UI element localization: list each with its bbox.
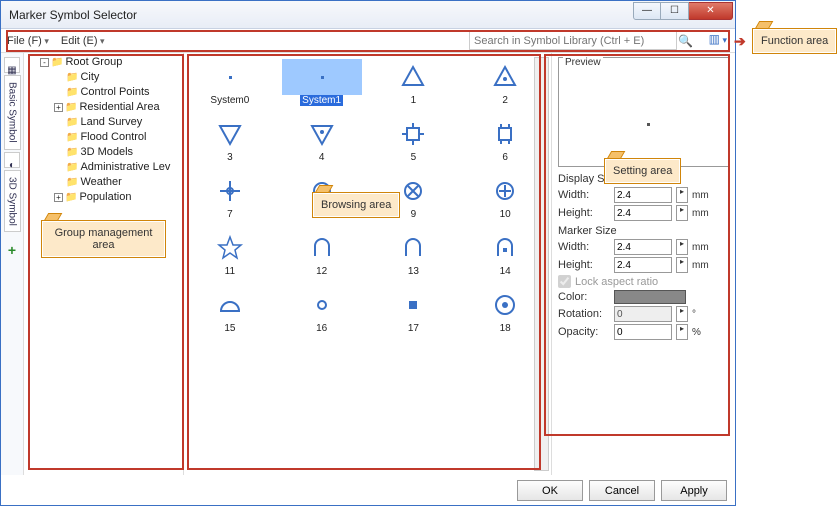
spin-up[interactable]: ▸ xyxy=(676,257,688,273)
symbol-cell[interactable]: System1 xyxy=(282,59,362,106)
callout-function-area: Function area xyxy=(752,28,837,54)
dialog-buttons: OK Cancel Apply xyxy=(517,480,727,501)
tree-root[interactable]: Root Group xyxy=(51,56,122,68)
display-width-input[interactable] xyxy=(614,187,672,203)
grid-scrollbar[interactable] xyxy=(534,57,549,471)
tree-item[interactable]: City xyxy=(66,71,99,83)
side-tabs: ▦ Basic Symbol ◐ 3D Symbol + xyxy=(1,53,24,475)
spin-up[interactable]: ▸ xyxy=(676,187,688,203)
apply-button[interactable]: Apply xyxy=(661,480,727,501)
maximize-button[interactable]: ☐ xyxy=(661,2,689,20)
minimize-button[interactable]: — xyxy=(633,2,661,20)
library-tab-icon[interactable]: ▦ xyxy=(4,57,20,73)
opacity-input[interactable] xyxy=(614,324,672,340)
search-input[interactable] xyxy=(469,31,677,50)
close-button[interactable]: ✕ xyxy=(689,2,733,20)
window-title: Marker Symbol Selector xyxy=(9,8,137,22)
spin-up[interactable]: ▸ xyxy=(676,239,688,255)
symbol-cell[interactable]: 5 xyxy=(373,116,453,163)
add-button[interactable]: + xyxy=(8,242,16,258)
callout-browsing-area: Browsing area xyxy=(312,192,400,218)
preview-marker xyxy=(647,123,650,126)
arrow-icon: ➔ xyxy=(734,33,746,50)
callout-setting-area: Setting area xyxy=(604,158,681,184)
3d-tab-icon[interactable]: ◐ xyxy=(4,152,20,168)
tree-item[interactable]: Control Points xyxy=(66,86,150,98)
symbol-cell[interactable]: 16 xyxy=(282,287,362,334)
symbol-cell[interactable]: 3 xyxy=(190,116,270,163)
group-tree[interactable]: -Root Group CityControl Points+Residenti… xyxy=(24,53,184,475)
tree-item[interactable]: Land Survey xyxy=(66,116,142,128)
search-icon[interactable]: 🔍 xyxy=(678,34,693,48)
tree-item[interactable]: Weather xyxy=(66,176,122,188)
tab-3d-symbol[interactable]: 3D Symbol xyxy=(4,170,21,233)
display-height-input[interactable] xyxy=(614,205,672,221)
symbol-grid: System0System112345678910111213141516171… xyxy=(184,53,551,475)
marker-height-input[interactable] xyxy=(614,257,672,273)
symbol-cell[interactable]: 1 xyxy=(373,59,453,106)
cancel-button[interactable]: Cancel xyxy=(589,480,655,501)
spin-up[interactable]: ▸ xyxy=(676,205,688,221)
marker-size-title: Marker Size xyxy=(558,225,729,237)
lock-aspect-checkbox[interactable] xyxy=(558,275,571,288)
tree-item[interactable]: 3D Models xyxy=(66,146,133,158)
layout-options-button[interactable]: ▥ xyxy=(709,32,727,46)
title-bar: Marker Symbol Selector — ☐ ✕ xyxy=(1,1,735,29)
ok-button[interactable]: OK xyxy=(517,480,583,501)
symbol-cell[interactable]: System0 xyxy=(190,59,270,106)
symbol-cell[interactable]: 7 xyxy=(190,173,270,220)
tree-item[interactable]: Flood Control xyxy=(66,131,147,143)
tree-item[interactable]: Administrative Lev xyxy=(66,161,170,173)
rotation-input xyxy=(614,306,672,322)
tree-item[interactable]: Residential Area xyxy=(65,101,160,113)
tab-basic-symbol[interactable]: Basic Symbol xyxy=(4,75,21,150)
symbol-cell[interactable]: 11 xyxy=(190,230,270,277)
symbol-cell[interactable]: 4 xyxy=(282,116,362,163)
symbol-cell[interactable]: 12 xyxy=(282,230,362,277)
preview-title: Preview xyxy=(563,57,603,68)
settings-panel: Preview Display Size Width:▸mm Height:▸m… xyxy=(551,53,735,475)
symbol-cell[interactable]: 13 xyxy=(373,230,453,277)
menu-edit[interactable]: Edit (E) xyxy=(61,35,105,47)
menu-file[interactable]: File (F) xyxy=(7,35,49,47)
color-picker[interactable] xyxy=(614,290,686,304)
marker-width-input[interactable] xyxy=(614,239,672,255)
menu-bar: File (F) Edit (E) 🔍 ▥ xyxy=(1,29,735,53)
symbol-cell[interactable]: 15 xyxy=(190,287,270,334)
symbol-cell[interactable]: 17 xyxy=(373,287,453,334)
preview-box: Preview xyxy=(558,57,729,167)
callout-group-area: Group management area xyxy=(41,220,166,258)
tree-item[interactable]: Population xyxy=(65,191,131,203)
